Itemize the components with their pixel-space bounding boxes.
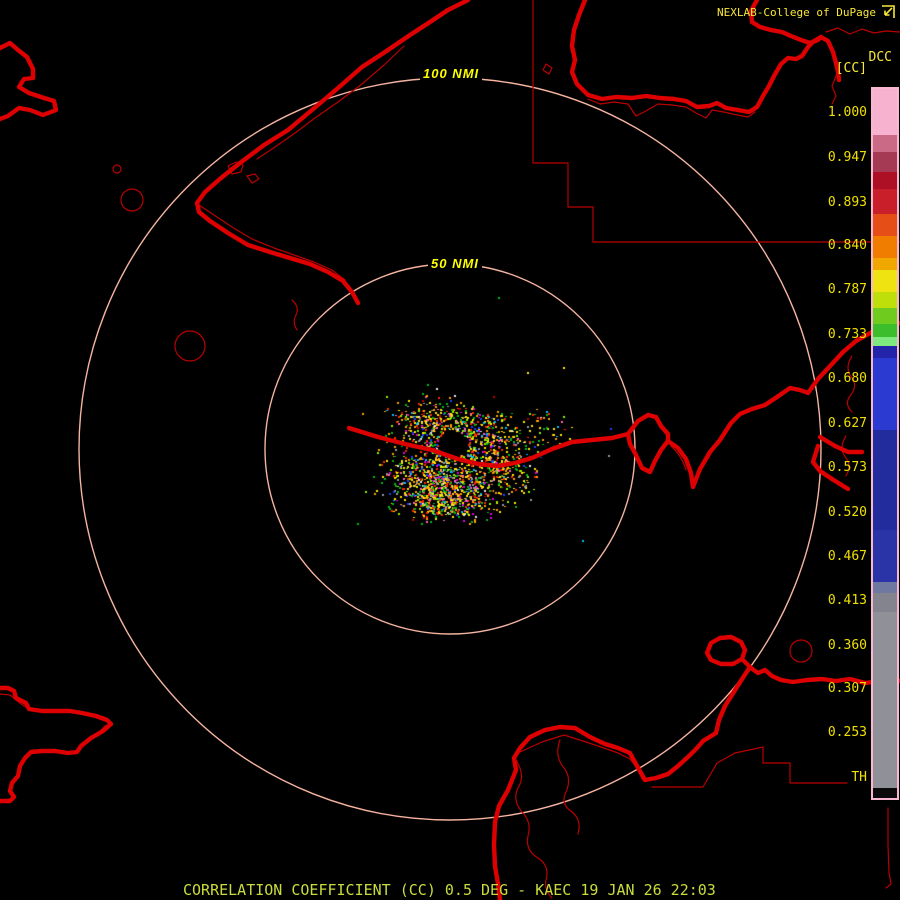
colorbar-segment [873, 89, 897, 135]
colorbar-tick-label: 0.307 [827, 681, 867, 696]
map-boundary-line [519, 734, 643, 780]
map-coastline [704, 634, 748, 667]
colorbar-tick-label: 0.520 [827, 505, 867, 520]
status-bar: CORRELATION COEFFICIENT (CC) 0.5 DEG - K… [183, 881, 716, 899]
colorbar-segment [873, 214, 897, 236]
colorbar-segment [873, 324, 897, 337]
colorbar-segment [873, 582, 897, 593]
colorbar-segment [873, 788, 897, 798]
colorbar-tick-label: 1.000 [827, 105, 867, 120]
app-title: NEXLAB-College of DuPage [717, 6, 876, 19]
map-coastline [817, 434, 865, 455]
colorbar-tick-label: 0.840 [827, 238, 867, 253]
colorbar-segment [873, 172, 897, 189]
range-ring-50-nmi [264, 263, 636, 635]
map-coastline [0, 685, 114, 804]
map-circle-feature [120, 188, 144, 212]
colorbar-segment [873, 236, 897, 258]
colorbar-segment [873, 189, 897, 214]
colorbar-tick-label: 0.787 [827, 282, 867, 297]
colorbar-segment [873, 346, 897, 358]
colorbar-segment [873, 258, 897, 270]
map-boundary-line [515, 759, 553, 899]
colorbar-tick-label: TH [851, 770, 867, 785]
colorbar-segment [873, 292, 897, 308]
colorbar-tick-label: 0.680 [827, 371, 867, 386]
map-boundary-line [291, 299, 298, 331]
radar-display: 100 NMI 50 NMI NEXLAB-College of DuPage … [0, 0, 900, 900]
map-boundary-line [256, 45, 405, 160]
colorbar-tick-label: 0.947 [827, 150, 867, 165]
colorbar-segment [873, 337, 897, 346]
map-boundary-line [557, 739, 580, 835]
colorbar-segment [873, 135, 897, 152]
map-coastline [346, 425, 631, 469]
map-circle-feature [174, 330, 206, 362]
range-ring-label-50nmi: 50 NMI [428, 256, 482, 271]
colorbar-segment [873, 612, 897, 788]
colorbar-tick-label: 0.893 [827, 195, 867, 210]
product-code-label: DCC [868, 50, 892, 65]
colorbar-tick-label: 0.467 [827, 549, 867, 564]
map-overlay [0, 0, 900, 900]
range-ring-label-100nmi: 100 NMI [420, 66, 483, 81]
map-boundary-line [825, 27, 900, 35]
colorbar-tick-label: 0.413 [827, 593, 867, 608]
colorbar-tick-label: 0.253 [827, 725, 867, 740]
colorbar-tick-label: 0.573 [827, 460, 867, 475]
map-boundary-line [885, 807, 892, 889]
colorbar-segment [873, 358, 897, 430]
map-boundary-line [246, 173, 260, 184]
colorbar-segment [873, 308, 897, 324]
colorbar-segment [873, 430, 897, 530]
colorbar-segment [873, 593, 897, 612]
colorbar [871, 87, 899, 800]
colorbar-tick-label: 0.733 [827, 327, 867, 342]
colorbar-segment [873, 530, 897, 582]
resize-arrow-icon[interactable] [881, 5, 895, 20]
map-coastline [491, 664, 753, 900]
product-units-label: [CC] [835, 61, 867, 76]
map-coastline [0, 40, 59, 122]
map-boundary-line [831, 75, 837, 105]
colorbar-tick-label: 0.360 [827, 638, 867, 653]
map-circle-feature [112, 164, 122, 174]
map-boundary-line [542, 63, 553, 75]
colorbar-segment [873, 270, 897, 292]
colorbar-segment [873, 152, 897, 172]
colorbar-tick-label: 0.627 [827, 416, 867, 431]
